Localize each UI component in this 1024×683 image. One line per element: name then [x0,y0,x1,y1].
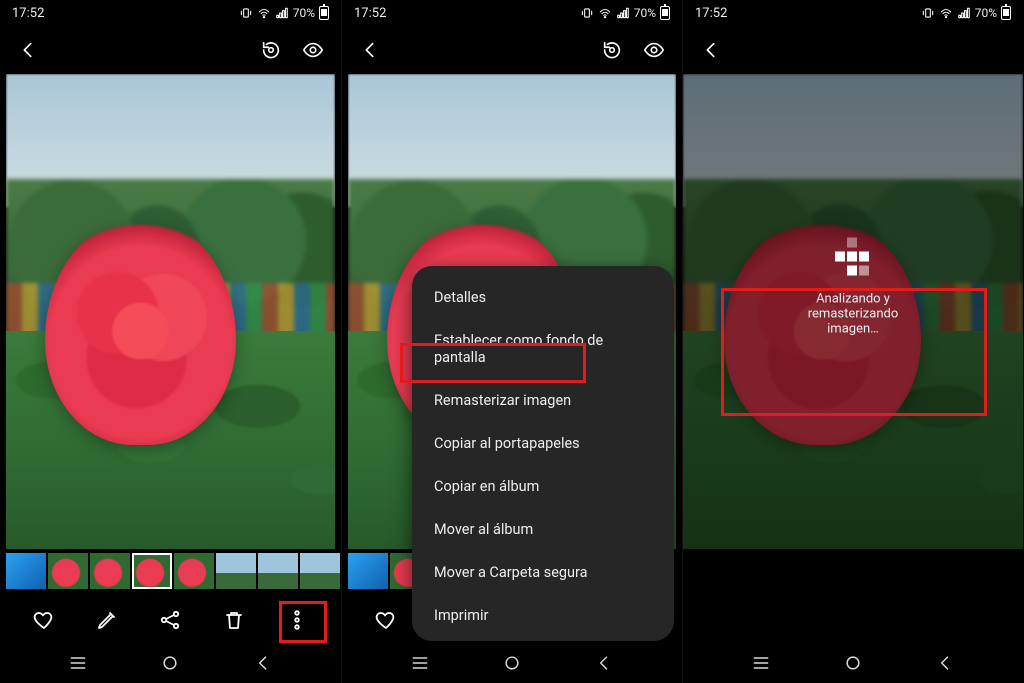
spacer [683,593,1023,647]
status-time: 17:52 [12,6,44,21]
thumbnail-item[interactable] [258,553,298,589]
nav-back[interactable] [253,653,273,677]
signal-icon [275,6,289,20]
more-button[interactable] [285,608,309,632]
screenshot-1: 17:52 70% [0,0,341,683]
battery-icon [1001,6,1011,20]
processing-indicator: Analizando y remasterizando imagen… [768,212,938,355]
menu-item-print[interactable]: Imprimir [412,594,674,637]
top-toolbar [683,26,1023,74]
screenshot-3: 17:52 70% Analizando y remasterizando [682,0,1023,683]
more-menu: Detalles Establecer como fondo de pantal… [412,266,674,641]
nav-home[interactable] [160,653,180,677]
battery-percent: 70% [293,6,315,20]
top-toolbar [342,26,682,74]
status-bar: 17:52 70% [342,0,682,26]
status-time: 17:52 [354,6,386,21]
wifi-icon [257,6,271,20]
thumbnail-video[interactable] [348,553,388,589]
nav-home[interactable] [843,653,863,677]
bixby-vision-icon[interactable] [600,38,624,62]
thumbnail-item[interactable] [300,553,340,589]
thumbnail-item-selected[interactable] [132,553,172,589]
system-nav-bar [683,647,1023,683]
menu-item-copy-clipboard[interactable]: Copiar al portapapeles [412,422,674,465]
nav-back[interactable] [935,653,955,677]
nav-recents[interactable] [68,653,88,677]
edit-button[interactable] [95,608,119,632]
photo-rose [6,74,335,549]
vibrate-icon [239,6,253,20]
back-button[interactable] [699,38,723,62]
nav-back[interactable] [594,653,614,677]
battery-percent: 70% [634,6,656,20]
thumbnail-video[interactable] [6,553,46,589]
bixby-vision-icon[interactable] [259,38,283,62]
menu-item-remaster[interactable]: Remasterizar imagen [412,379,674,422]
favorite-button[interactable] [374,608,398,632]
signal-icon [616,6,630,20]
menu-item-copy-album[interactable]: Copiar en álbum [412,465,674,508]
visibility-icon[interactable] [642,38,666,62]
thumbnail-item[interactable] [48,553,88,589]
back-button[interactable] [16,38,40,62]
delete-button[interactable] [222,608,246,632]
battery-icon [319,6,329,20]
nav-recents[interactable] [751,653,771,677]
wifi-icon [939,6,953,20]
menu-item-move-album[interactable]: Mover al álbum [412,508,674,551]
battery-percent: 70% [975,6,997,20]
status-bar: 17:52 70% [0,0,341,26]
back-button[interactable] [358,38,382,62]
bottom-toolbar [0,593,341,647]
processing-text: Analizando y remasterizando imagen… [782,292,924,337]
battery-icon [660,6,670,20]
thumbnail-item[interactable] [90,553,130,589]
menu-item-set-wallpaper[interactable]: Establecer como fondo de pantalla [412,319,674,379]
vibrate-icon [921,6,935,20]
menu-item-move-secure[interactable]: Mover a Carpeta segura [412,551,674,594]
share-button[interactable] [158,608,182,632]
favorite-button[interactable] [32,608,56,632]
nav-recents[interactable] [410,653,430,677]
vibrate-icon [580,6,594,20]
signal-icon [957,6,971,20]
status-time: 17:52 [695,6,727,21]
screenshot-2: 17:52 70% [341,0,682,683]
photo-viewer[interactable] [0,74,341,549]
nav-home[interactable] [502,653,522,677]
thumbnail-item[interactable] [174,553,214,589]
menu-item-details[interactable]: Detalles [412,276,674,319]
visibility-icon[interactable] [301,38,325,62]
photo-viewer: Analizando y remasterizando imagen… [683,74,1023,549]
processing-spinner-icon [823,238,883,278]
status-bar: 17:52 70% [683,0,1023,26]
photo-rose: Analizando y remasterizando imagen… [683,74,1023,549]
system-nav-bar [342,647,682,683]
thumbnail-item[interactable] [216,553,256,589]
wifi-icon [598,6,612,20]
top-toolbar [0,26,341,74]
spacer [683,549,1023,593]
system-nav-bar [0,647,341,683]
thumbnail-strip[interactable] [0,549,341,593]
